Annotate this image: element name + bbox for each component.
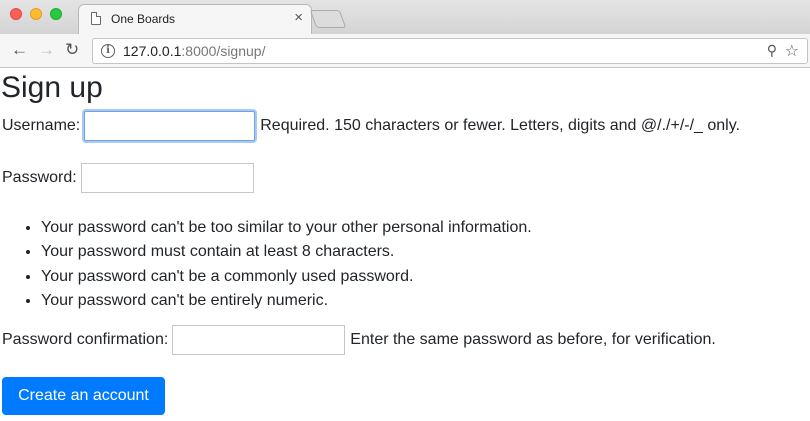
username-input[interactable] (84, 111, 256, 141)
info-icon[interactable]: i (101, 44, 115, 58)
username-row: Username: Required. 150 characters or fe… (2, 111, 740, 141)
page-content: Sign up Username: Required. 150 characte… (0, 69, 810, 421)
password-rules-list: Your password can't be too similar to yo… (41, 216, 532, 313)
arrow-right-icon[interactable]: → (38, 40, 55, 60)
page-title: Sign up (1, 71, 103, 104)
key-icon[interactable]: ⚲ (767, 42, 777, 59)
password-confirmation-label: Password confirmation: (2, 331, 169, 348)
reload-icon[interactable]: ↻ (65, 40, 79, 60)
password-confirmation-help-text: Enter the same password as before, for v… (350, 331, 716, 348)
url-path: :8000/signup/ (181, 43, 266, 59)
new-tab-button[interactable] (309, 10, 347, 28)
document-icon (91, 12, 101, 25)
close-window-button[interactable] (10, 8, 22, 20)
address-bar[interactable]: i 127.0.0.1:8000/signup/ ⚲ ☆ (92, 38, 808, 64)
browser-toolbar: ← → ↻ i 127.0.0.1:8000/signup/ ⚲ ☆ (0, 34, 810, 68)
star-icon[interactable]: ☆ (785, 41, 799, 61)
tab-title: One Boards (111, 12, 176, 26)
arrow-left-icon[interactable]: ← (11, 40, 28, 60)
maximize-window-button[interactable] (50, 8, 62, 20)
password-row: Password: (2, 163, 254, 193)
list-item: Your password can't be a commonly used p… (41, 265, 532, 289)
url-host: 127.0.0.1 (123, 43, 182, 59)
browser-tab[interactable]: One Boards × (78, 4, 312, 35)
password-label: Password: (2, 169, 77, 186)
minimize-window-button[interactable] (30, 8, 42, 20)
list-item: Your password can't be too similar to yo… (41, 216, 532, 240)
password-input[interactable] (80, 163, 254, 193)
password-confirmation-input[interactable] (172, 325, 346, 355)
url-text[interactable]: 127.0.0.1:8000/signup/ (123, 43, 265, 59)
list-item: Your password must contain at least 8 ch… (41, 240, 532, 264)
username-help-text: Required. 150 characters or fewer. Lette… (260, 117, 740, 134)
password-confirmation-row: Password confirmation: Enter the same pa… (2, 325, 716, 355)
browser-titlebar: One Boards × (0, 0, 810, 35)
list-item: Your password can't be entirely numeric. (41, 289, 532, 313)
tab-close-icon[interactable]: × (294, 9, 303, 27)
username-label: Username: (2, 117, 81, 134)
create-account-button[interactable]: Create an account (2, 377, 165, 415)
